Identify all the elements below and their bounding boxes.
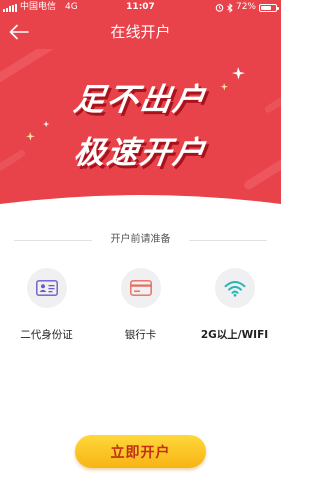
banner-slogan-line-1: 足不出户	[71, 82, 209, 118]
banner-wave	[0, 195, 281, 210]
bluetooth-icon	[227, 2, 233, 13]
requirement-label: 银行卡	[124, 329, 157, 341]
banner: 足不出户 极速开户	[0, 49, 281, 204]
status-bar: 中国电信 4G 11:07 72%	[0, 0, 281, 15]
requirement-icon-circle	[26, 268, 67, 308]
requirement-label: 二代身份证	[20, 329, 73, 341]
id-card-icon	[35, 280, 58, 296]
wifi-icon	[224, 280, 245, 297]
requirement-icon-circle	[214, 268, 255, 308]
battery-icon	[259, 3, 279, 12]
requirement-bank-card: 银行卡	[94, 268, 187, 342]
requirement-id-card: 二代身份证	[0, 268, 93, 342]
prep-section-heading: 开户前请准备	[0, 232, 281, 248]
status-right: 72%	[215, 0, 279, 15]
alarm-icon	[215, 4, 224, 12]
requirement-network: 2G以上/WIFI	[188, 268, 281, 342]
requirement-label: 2G以上/WIFI	[200, 329, 269, 341]
divider-line	[189, 240, 267, 241]
bank-card-icon	[129, 280, 152, 296]
battery-level	[261, 5, 272, 10]
page-title: 在线开户	[110, 23, 171, 41]
battery-percent: 72%	[235, 2, 256, 12]
open-account-button[interactable]: 立即开户	[75, 435, 206, 468]
banner-slogan-line-2: 极速开户	[71, 135, 209, 171]
requirement-icon-circle	[120, 268, 161, 308]
nav-bar: 在线开户	[0, 15, 281, 49]
